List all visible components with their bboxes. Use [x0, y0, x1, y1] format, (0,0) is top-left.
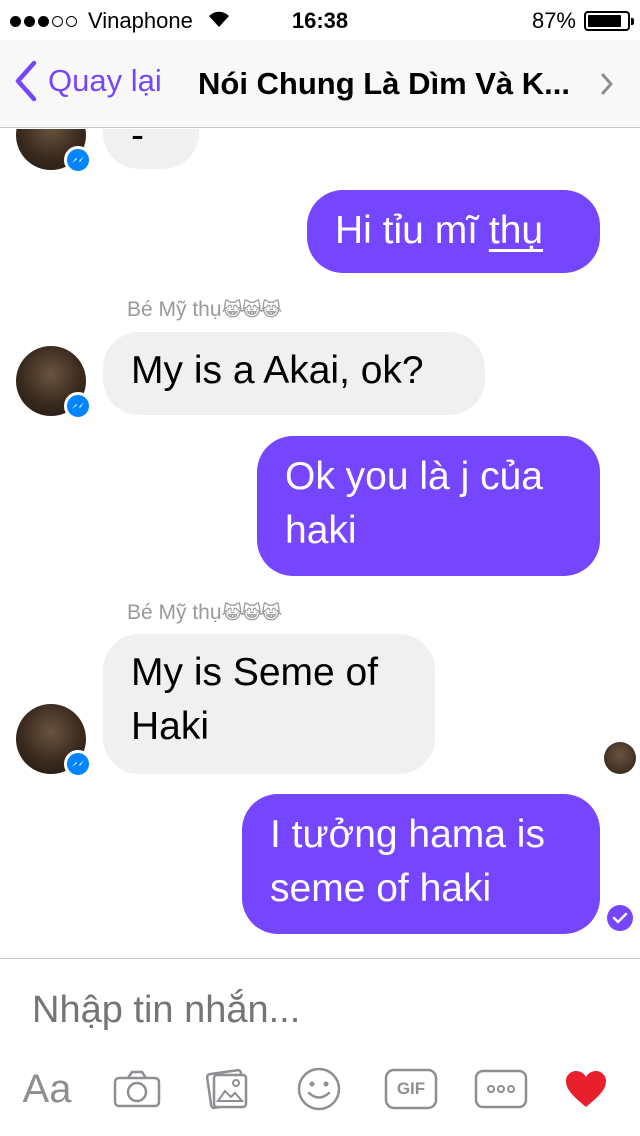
messenger-badge-icon: [64, 750, 92, 778]
aa-label: Aa: [22, 1066, 72, 1111]
sender-name: Bé Mỹ thụ😹😹😹: [127, 298, 283, 322]
emoji-icon[interactable]: [296, 1059, 342, 1119]
incoming-message[interactable]: -: [103, 129, 199, 169]
message-text: -: [131, 129, 144, 157]
avatar[interactable]: [16, 704, 92, 778]
message-composer: Aa: [0, 958, 640, 1136]
text-format-icon[interactable]: Aa: [20, 1059, 74, 1119]
avatar[interactable]: [16, 129, 92, 174]
sender-name-text: Bé Mỹ thụ: [127, 601, 222, 624]
outgoing-message[interactable]: Ok you là j của haki: [257, 436, 600, 576]
outgoing-message[interactable]: I tưởng hama is seme of haki: [242, 794, 600, 934]
sender-name-text: Bé Mỹ thụ: [127, 298, 222, 321]
outgoing-message[interactable]: Hi tỉu mĩ thụ: [307, 190, 600, 273]
message-text-line: seme of haki: [270, 867, 492, 910]
back-button[interactable]: Quay lại: [14, 60, 162, 102]
photo-icon[interactable]: [205, 1059, 251, 1119]
battery-percent: 87%: [531, 8, 576, 33]
message-list[interactable]: - Hi tỉu mĩ thụ Bé Mỹ thụ😹😹😹 My is a Aka…: [0, 129, 640, 958]
status-bar: Vinaphone 16:38 87%: [0, 0, 640, 40]
message-text-line: My is Seme of: [131, 651, 379, 694]
avatar[interactable]: [16, 346, 92, 420]
back-label: Quay lại: [48, 63, 162, 98]
chevron-right-icon[interactable]: [600, 72, 614, 101]
back-chevron-icon: [15, 60, 37, 102]
battery-tip: [631, 18, 634, 25]
delivered-check-icon: [607, 905, 633, 931]
battery-status: 87%: [531, 8, 634, 34]
more-icon[interactable]: [474, 1059, 528, 1119]
sender-name: Bé Mỹ thụ😹😹😹: [127, 601, 283, 625]
heart-icon[interactable]: [563, 1059, 609, 1119]
message-text-line: Ok you là j của: [285, 455, 543, 498]
messenger-badge-icon: [64, 392, 92, 420]
messenger-badge-icon: [64, 146, 92, 174]
camera-icon[interactable]: [112, 1059, 162, 1119]
message-text-line: Haki: [131, 705, 210, 748]
gif-label: GIF: [396, 1079, 426, 1098]
gif-icon[interactable]: GIF: [384, 1059, 438, 1119]
incoming-message[interactable]: My is Seme of Haki: [103, 634, 435, 774]
composer-toolbar: Aa GIF: [0, 1059, 640, 1129]
message-input[interactable]: [32, 989, 592, 1032]
battery-fill: [588, 15, 622, 27]
conversation-title[interactable]: Nói Chung Là Dìm Và K...: [198, 66, 570, 102]
sender-emoji: 😹😹😹: [221, 603, 283, 624]
battery-icon: [584, 11, 634, 31]
message-text-line: haki: [285, 509, 357, 552]
message-text: My is a Akai, ok?: [131, 349, 424, 392]
navigation-bar: Quay lại Nói Chung Là Dìm Và K...: [0, 40, 640, 128]
message-text-line: I tưởng hama is: [270, 813, 545, 856]
message-text: Hi tỉu mĩ: [335, 209, 489, 252]
incoming-message[interactable]: My is a Akai, ok?: [103, 332, 485, 415]
seen-avatar: [604, 742, 636, 774]
sender-emoji: 😹😹😹: [221, 300, 283, 321]
message-link-text[interactable]: thụ: [489, 209, 543, 252]
